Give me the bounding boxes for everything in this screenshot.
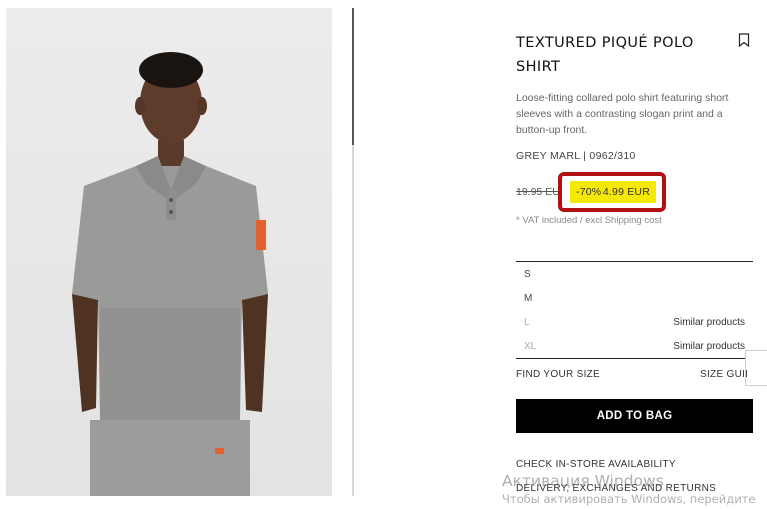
product-image[interactable]: [6, 8, 332, 496]
add-to-bag-button[interactable]: ADD TO BAG: [516, 399, 753, 433]
size-option-m[interactable]: M: [516, 288, 753, 308]
check-in-store-link[interactable]: CHECK IN-STORE AVAILABILITY: [516, 459, 676, 470]
size-option-xl[interactable]: XL Similar products: [516, 336, 753, 356]
size-option-s[interactable]: S: [516, 264, 753, 284]
side-panel-toggle[interactable]: [745, 350, 767, 386]
similar-products-link[interactable]: Similar products: [673, 317, 745, 328]
size-label: XL: [524, 340, 537, 352]
windows-activation-watermark: Активация Windows Чтобы активировать Win…: [502, 471, 767, 507]
size-label: S: [524, 268, 531, 280]
product-description: Loose-fitting collared polo shirt featur…: [516, 92, 729, 136]
similar-products-link[interactable]: Similar products: [673, 341, 745, 352]
size-label: M: [524, 292, 533, 304]
size-guide-link[interactable]: SIZE GUIDE: [700, 369, 747, 380]
size-selector: S M L Similar products XL Similar produc…: [516, 261, 753, 359]
watermark-subtitle: Чтобы активировать Windows, перейдите: [502, 492, 756, 506]
product-title: TEXTURED PIQUÉ POLO SHIRT: [516, 35, 694, 75]
size-label: L: [524, 316, 530, 328]
original-price: 19.95 EU: [516, 186, 560, 198]
watermark-title: Активация Windows: [502, 472, 664, 490]
bookmark-icon[interactable]: [738, 33, 750, 47]
vat-note: * VAT included / excl Shipping cost: [516, 215, 662, 226]
image-scroll-thumb[interactable]: [352, 8, 354, 145]
color-reference: GREY MARL | 0962/310: [516, 150, 636, 162]
price-annotation-box: [558, 172, 666, 212]
size-option-l[interactable]: L Similar products: [516, 312, 753, 332]
find-your-size-link[interactable]: FIND YOUR SIZE: [516, 369, 600, 380]
model-wearing-polo-illustration: [72, 52, 268, 496]
